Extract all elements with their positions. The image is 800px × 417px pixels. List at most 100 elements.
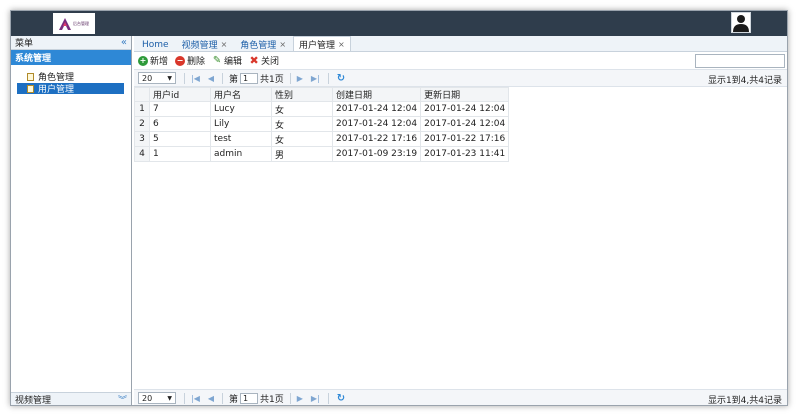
column-header[interactable]: 用户id xyxy=(149,87,211,102)
sidebar-item-user-management[interactable]: 用户管理 xyxy=(17,83,124,95)
cell-name: Lily xyxy=(210,116,272,132)
toolbar: + 新增 − 删除 ✎ 编辑 ✖ 关闭 xyxy=(134,52,787,70)
sidebar-footer[interactable]: 视频管理 ︾ xyxy=(11,392,131,406)
cell-updated: 2017-01-24 12:04 xyxy=(420,116,510,132)
logo-text: 后台管理 xyxy=(73,20,89,26)
prev-page-icon[interactable]: ◀ xyxy=(208,394,214,403)
cell-id: 1 xyxy=(149,146,211,162)
tab-home[interactable]: Home xyxy=(136,37,175,51)
sidebar-header: 菜单 « xyxy=(11,36,131,50)
expand-down-icon[interactable]: ︾ xyxy=(118,393,127,405)
row-number: 3 xyxy=(134,131,150,147)
page-prefix: 第 xyxy=(229,74,239,85)
first-page-icon[interactable]: |◀ xyxy=(191,74,200,83)
tab-video-management[interactable]: 视频管理 × xyxy=(176,37,234,51)
cell-created: 2017-01-24 12:04 xyxy=(331,116,422,132)
tab-bar: Home 视频管理 × 角色管理 × 用户管理 × xyxy=(134,36,787,52)
cell-updated: 2017-01-24 12:04 xyxy=(420,101,510,117)
caret-down-icon: ▼ xyxy=(167,394,172,402)
close-button[interactable]: ✖ 关闭 xyxy=(249,53,280,68)
prev-page-icon[interactable]: ◀ xyxy=(208,74,214,83)
separator xyxy=(289,392,291,404)
delete-button[interactable]: − 删除 xyxy=(175,54,205,67)
separator xyxy=(184,72,185,84)
refresh-icon[interactable]: ↻ xyxy=(337,393,345,404)
app-window: 后台管理 菜单 « 系统管理 角色管理 用户管理 视频管理 ︾ Home 视频管… xyxy=(10,10,788,406)
page-size-value: 20 xyxy=(142,393,153,403)
table-row[interactable]: 3 5 test 女 2017-01-22 17:16 2017-01-22 1… xyxy=(134,131,510,147)
close-label: 关闭 xyxy=(261,57,280,67)
cell-id: 6 xyxy=(149,116,211,132)
tab-label: Home xyxy=(142,39,169,50)
user-icon xyxy=(733,15,749,32)
page-number-input[interactable]: 1 xyxy=(240,392,259,404)
close-icon[interactable]: × xyxy=(221,40,228,49)
file-icon xyxy=(27,84,34,93)
cross-icon: ✖ xyxy=(249,53,259,67)
refresh-icon[interactable]: ↻ xyxy=(337,73,345,84)
column-header[interactable]: 用户名 xyxy=(210,87,272,102)
close-icon[interactable]: × xyxy=(338,40,345,49)
main-content: Home 视频管理 × 角色管理 × 用户管理 × + 新增 − 删除 ✎ 编辑… xyxy=(134,36,787,405)
minus-icon: − xyxy=(175,55,186,66)
panel-title-video: 视频管理 xyxy=(15,396,52,406)
row-number: 2 xyxy=(134,116,150,132)
row-number: 1 xyxy=(134,101,150,117)
page-size-select[interactable]: 20 ▼ xyxy=(138,392,176,404)
logo: 后台管理 xyxy=(53,13,95,34)
page-prefix: 第 xyxy=(229,394,239,405)
add-button[interactable]: + 新增 xyxy=(138,54,168,67)
cell-created: 2017-01-24 12:04 xyxy=(331,101,422,117)
pager-info: 显示1到4,共4记录 xyxy=(707,76,782,86)
column-header[interactable]: 性别 xyxy=(271,87,333,102)
column-header[interactable]: 创建日期 xyxy=(331,87,422,102)
next-page-icon[interactable]: ▶ xyxy=(297,74,303,83)
panel-title-system[interactable]: 系统管理 xyxy=(11,50,131,65)
search-input[interactable] xyxy=(695,54,785,68)
tab-user-management[interactable]: 用户管理 × xyxy=(293,36,351,51)
delete-label: 删除 xyxy=(187,57,206,67)
caret-down-icon: ▼ xyxy=(167,74,172,82)
table-row[interactable]: 4 1 admin 男 2017-01-09 23:19 2017-01-23 … xyxy=(134,146,510,162)
cell-name: admin xyxy=(210,146,272,162)
cell-sex: 女 xyxy=(271,131,333,147)
last-page-icon[interactable]: ▶| xyxy=(311,74,320,83)
edit-label: 编辑 xyxy=(224,57,243,67)
separator xyxy=(327,72,329,84)
separator xyxy=(327,392,329,404)
tab-label: 视频管理 xyxy=(181,41,218,51)
top-bar: 后台管理 xyxy=(11,11,787,36)
column-header[interactable]: 更新日期 xyxy=(420,87,510,102)
user-avatar[interactable] xyxy=(731,12,751,33)
total-pages: 共1页 xyxy=(260,394,284,405)
page-number-input[interactable]: 1 xyxy=(240,72,259,84)
separator xyxy=(184,392,185,404)
last-page-icon[interactable]: ▶| xyxy=(311,394,320,403)
sidebar-item-role-management[interactable]: 角色管理 xyxy=(11,71,131,83)
first-page-icon[interactable]: |◀ xyxy=(191,394,200,403)
logo-mark-icon xyxy=(59,17,71,30)
cell-created: 2017-01-09 23:19 xyxy=(331,146,422,162)
add-label: 新增 xyxy=(150,57,169,67)
next-page-icon[interactable]: ▶ xyxy=(297,394,303,403)
menu-tree: 角色管理 用户管理 xyxy=(11,65,131,95)
sidebar-item-label: 用户管理 xyxy=(38,85,75,95)
edit-button[interactable]: ✎ 编辑 xyxy=(212,54,242,67)
pager-top: 20 ▼ |◀ ◀ 第 1 共1页 ▶ ▶| ↻ 显示1到4,共4记录 xyxy=(134,70,787,87)
tab-role-management[interactable]: 角色管理 × xyxy=(234,37,292,51)
cell-sex: 男 xyxy=(271,146,333,162)
separator xyxy=(222,72,224,84)
cell-created: 2017-01-22 17:16 xyxy=(331,131,422,147)
separator xyxy=(289,72,291,84)
cell-name: Lucy xyxy=(210,101,272,117)
page-size-select[interactable]: 20 ▼ xyxy=(138,72,176,84)
table-row[interactable]: 2 6 Lily 女 2017-01-24 12:04 2017-01-24 1… xyxy=(134,116,510,132)
cell-name: test xyxy=(210,131,272,147)
pencil-icon: ✎ xyxy=(212,54,222,66)
collapse-left-icon[interactable]: « xyxy=(121,37,127,48)
close-icon[interactable]: × xyxy=(279,40,286,49)
user-table: 用户id 用户名 性别 创建日期 更新日期 1 7 Lucy 女 2017-01… xyxy=(134,87,510,162)
table-row[interactable]: 1 7 Lucy 女 2017-01-24 12:04 2017-01-24 1… xyxy=(134,101,510,117)
tab-label: 用户管理 xyxy=(299,40,336,51)
cell-updated: 2017-01-23 11:41 xyxy=(420,146,510,162)
